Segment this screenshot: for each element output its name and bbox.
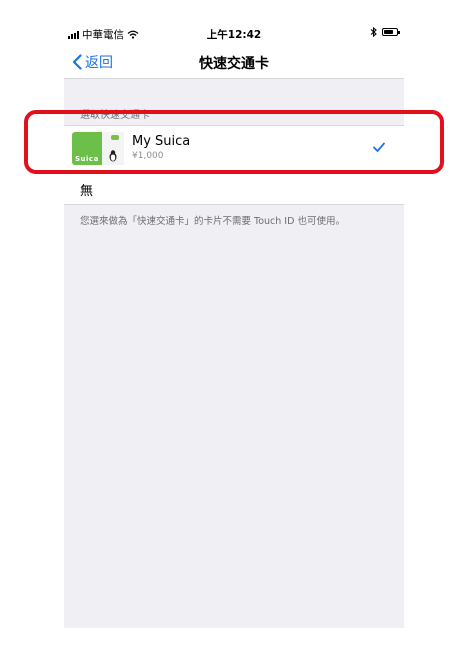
bluetooth-icon — [370, 27, 377, 37]
page-title: 快速交通卡 — [199, 56, 269, 72]
suica-card-thumbnail: Suica — [72, 132, 124, 165]
footer-note: 您選來做為「快速交通卡」的卡片不需要 Touch ID 也可使用。 — [80, 216, 345, 227]
none-option-row[interactable]: 無 — [64, 169, 404, 205]
status-time: 上午12:42 — [206, 29, 262, 41]
card-name: My Suica — [132, 134, 191, 149]
navigation-bar: 返回 快速交通卡 — [64, 44, 404, 79]
section-header: 選取快速交通卡 — [80, 110, 150, 121]
card-balance: ¥1,000 — [132, 151, 164, 161]
penguin-icon — [109, 150, 117, 162]
status-bar: 中華電信 上午12:42 — [64, 22, 404, 44]
status-right — [370, 27, 400, 37]
card-row-my-suica[interactable]: Suica My Suica ¥1,000 — [64, 125, 404, 171]
checkmark-icon — [373, 142, 385, 152]
card-logo-text: Suica — [75, 155, 99, 163]
none-option-label: 無 — [80, 184, 94, 199]
battery-icon — [382, 28, 400, 36]
phone-screen: 中華電信 上午12:42 返回 快速交通卡 選取快速交通卡 Suica My S… — [64, 22, 404, 628]
